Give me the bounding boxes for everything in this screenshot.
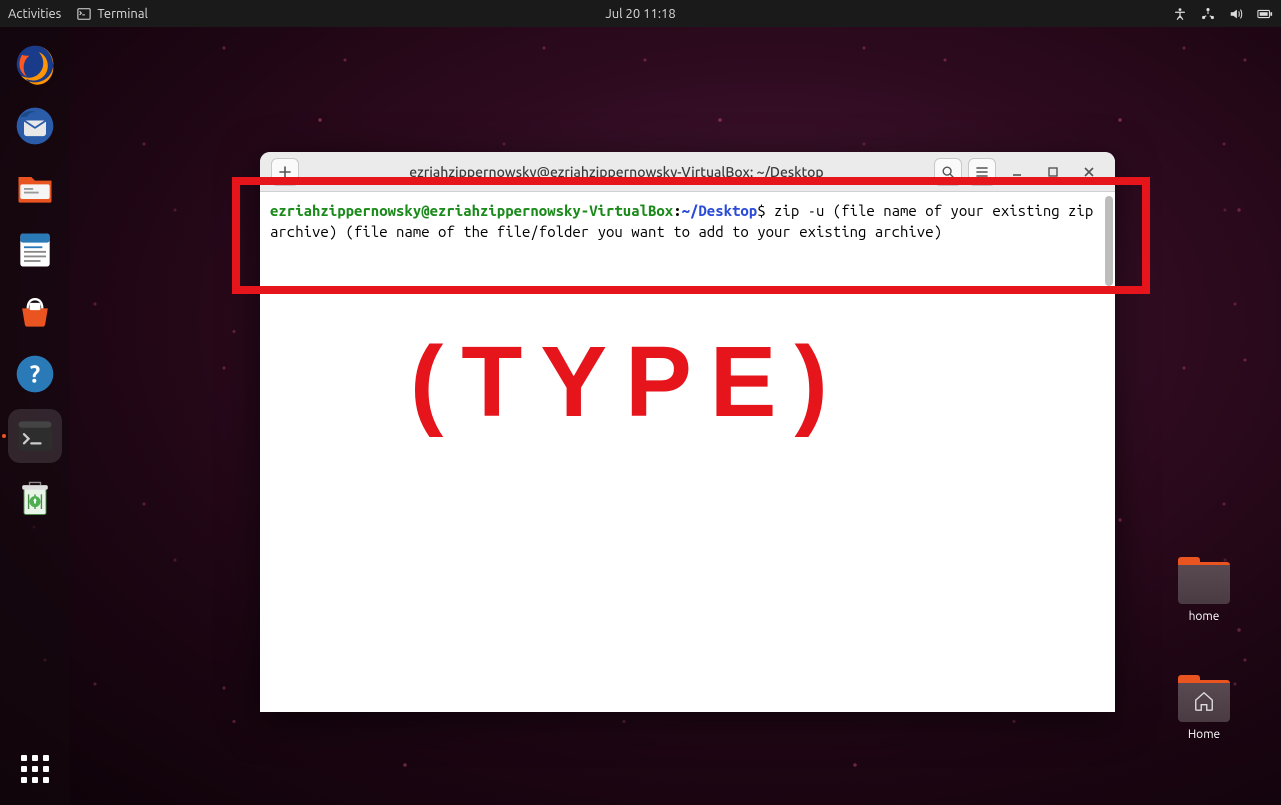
window-title: ezriahzippernowsky@ezriahzippernowsky-Vi…	[302, 164, 931, 180]
close-button[interactable]	[1077, 160, 1101, 184]
menu-button[interactable]	[968, 158, 996, 186]
prompt-colon: :	[673, 202, 681, 219]
dock-software[interactable]	[8, 285, 62, 339]
terminal-body[interactable]: ezriahzippernowsky@ezriahzippernowsky-Vi…	[260, 192, 1115, 712]
activities-button[interactable]: Activities	[8, 7, 61, 21]
maximize-icon	[1047, 166, 1059, 178]
hamburger-icon	[975, 165, 989, 179]
dock-files[interactable]	[8, 161, 62, 215]
prompt-user: ezriahzippernowsky@ezriahzippernowsky-Vi…	[270, 202, 673, 219]
dock-firefox[interactable]	[8, 37, 62, 91]
terminal-icon	[77, 7, 91, 21]
writer-icon	[13, 228, 57, 272]
network-icon[interactable]	[1201, 7, 1215, 21]
battery-icon[interactable]	[1257, 7, 1273, 21]
dock-trash[interactable]	[8, 471, 62, 525]
minimize-icon	[1011, 166, 1023, 178]
trash-icon	[13, 476, 57, 520]
files-icon	[13, 166, 57, 210]
dock-writer[interactable]	[8, 223, 62, 277]
dock-terminal[interactable]	[8, 409, 62, 463]
close-icon	[1083, 166, 1095, 178]
dock-thunderbird[interactable]	[8, 99, 62, 153]
app-indicator[interactable]: Terminal	[77, 7, 148, 21]
prompt-path: ~/Desktop	[682, 202, 758, 219]
maximize-button[interactable]	[1041, 160, 1065, 184]
dock-help[interactable]: ?	[8, 347, 62, 401]
dock: ?	[0, 27, 70, 805]
accessibility-icon[interactable]	[1173, 7, 1187, 21]
firefox-icon	[13, 42, 57, 86]
desktop-user-home[interactable]: Home	[1169, 680, 1239, 741]
plus-icon	[278, 165, 292, 179]
software-icon	[13, 290, 57, 334]
search-icon	[941, 165, 955, 179]
help-icon: ?	[13, 352, 57, 396]
clock[interactable]: Jul 20 11:18	[605, 7, 675, 21]
desktop-folder-home[interactable]: home	[1169, 562, 1239, 623]
new-tab-button[interactable]	[271, 158, 299, 186]
terminal-app-icon	[13, 414, 57, 458]
volume-icon[interactable]	[1229, 7, 1243, 21]
folder-icon	[1178, 680, 1230, 722]
desktop-icon-label: home	[1169, 610, 1239, 623]
app-indicator-label: Terminal	[97, 7, 148, 21]
top-panel: Activities Terminal Jul 20 11:18	[0, 0, 1281, 27]
home-glyph-icon	[1193, 690, 1215, 712]
prompt-dollar: $	[757, 202, 765, 219]
thunderbird-icon	[13, 104, 57, 148]
minimize-button[interactable]	[1005, 160, 1029, 184]
desktop-icon-label: Home	[1169, 728, 1239, 741]
dock-show-apps[interactable]	[11, 745, 59, 793]
search-button[interactable]	[934, 158, 962, 186]
scrollbar[interactable]	[1105, 196, 1113, 286]
folder-icon	[1178, 562, 1230, 604]
terminal-window: ezriahzippernowsky@ezriahzippernowsky-Vi…	[260, 152, 1115, 712]
titlebar[interactable]: ezriahzippernowsky@ezriahzippernowsky-Vi…	[260, 152, 1115, 192]
svg-text:?: ?	[30, 360, 40, 387]
